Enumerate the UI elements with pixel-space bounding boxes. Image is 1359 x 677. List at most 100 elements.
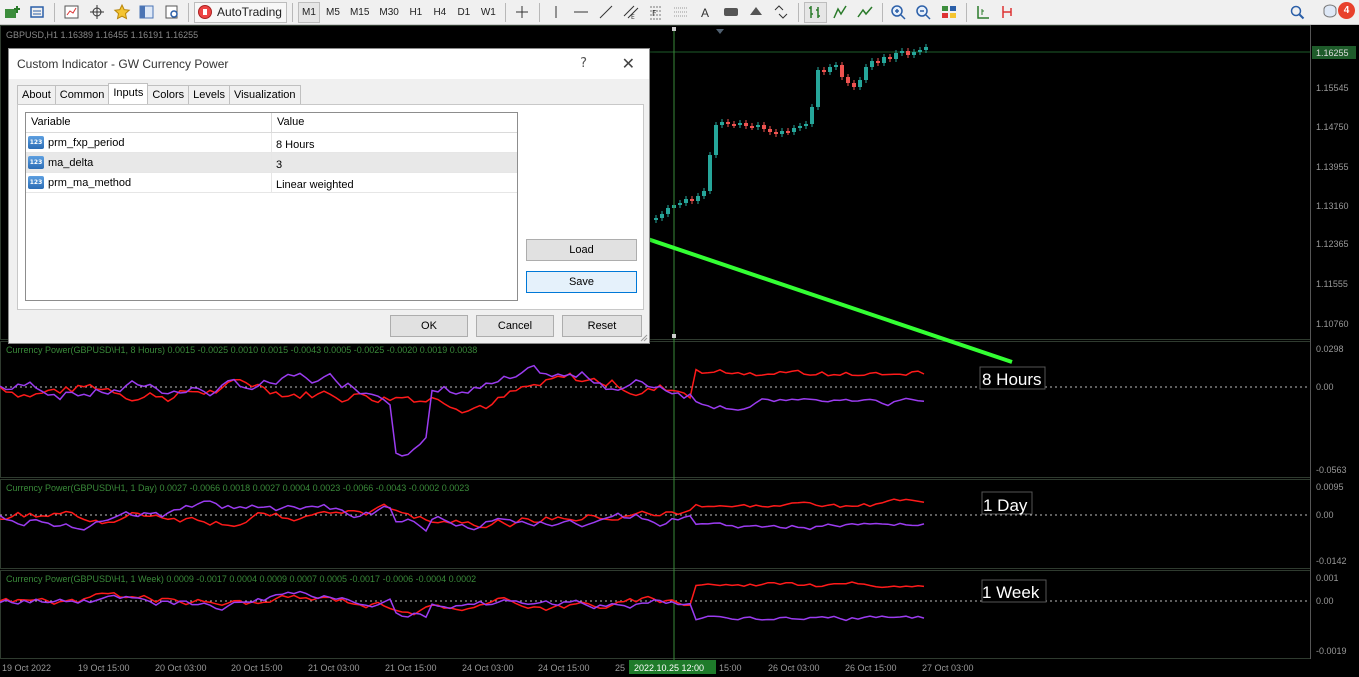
price-tick: 1.15545 <box>1316 83 1349 93</box>
svg-text:A: A <box>701 6 709 20</box>
text-label-icon[interactable] <box>720 2 743 23</box>
param-value[interactable]: 8 Hours <box>276 139 315 151</box>
param-row-prm-fxp-period[interactable]: 123 prm_fxp_period 8 Hours <box>26 133 517 153</box>
crosshair-icon[interactable] <box>511 2 534 23</box>
time-label: 25 <box>615 663 625 673</box>
integer-type-icon: 123 <box>28 156 44 169</box>
param-name: ma_delta <box>48 156 94 169</box>
line-chart-icon[interactable] <box>854 2 877 23</box>
new-chart-icon[interactable] <box>1 2 24 23</box>
inputs-panel: Variable Value 123 prm_fxp_period 8 Hours… <box>17 104 644 310</box>
svg-text:F: F <box>652 9 657 18</box>
time-label: 19 Oct 15:00 <box>78 663 130 673</box>
param-value[interactable]: Linear weighted <box>276 179 354 191</box>
zoom-in-icon[interactable] <box>888 2 911 23</box>
tab-about[interactable]: About <box>17 85 56 104</box>
help-button[interactable]: ? <box>580 56 587 71</box>
timeframe-w1[interactable]: W1 <box>477 2 500 23</box>
time-label: 21 Oct 15:00 <box>385 663 437 673</box>
timeframe-m15[interactable]: M15 <box>346 2 373 23</box>
trendline-icon[interactable] <box>595 2 618 23</box>
market-watch-icon[interactable] <box>60 2 83 23</box>
favorites-icon[interactable] <box>110 2 133 23</box>
param-value[interactable]: 3 <box>276 159 282 171</box>
grid-pattern-icon[interactable] <box>670 2 693 23</box>
notification-badge: 4 <box>1338 2 1355 19</box>
timeframe-h1[interactable]: H1 <box>405 2 427 23</box>
param-name: prm_fxp_period <box>48 136 125 149</box>
timeframe-m1[interactable]: M1 <box>297 1 320 23</box>
time-label: 21 Oct 03:00 <box>308 663 360 673</box>
dialog-title: Custom Indicator - GW Currency Power <box>17 57 229 71</box>
time-label: 19 Oct 2022 <box>2 663 51 673</box>
tab-levels[interactable]: Levels <box>188 85 230 104</box>
tab-visualization[interactable]: Visualization <box>228 85 301 104</box>
autotrading-label: AutoTrading <box>217 5 282 19</box>
indicator-tick: -0.0563 <box>1316 465 1347 475</box>
column-value[interactable]: Value <box>272 113 517 132</box>
arrows-dropdown-icon[interactable] <box>770 2 793 23</box>
time-label: 15:00 <box>719 663 742 673</box>
current-price-label: 1.16255 <box>1316 48 1349 58</box>
price-tick: 1.11555 <box>1316 279 1348 289</box>
zoom-out-icon[interactable] <box>913 2 936 23</box>
timeframe-d1[interactable]: D1 <box>453 2 475 23</box>
time-label: 27 Oct 03:00 <box>922 663 974 673</box>
terminal-window: AutoTrading M1 M5 M15 M30 H1 H4 D1 W1 E … <box>0 0 1359 677</box>
timeframe-m5[interactable]: M5 <box>322 2 344 23</box>
price-tick: 1.12365 <box>1316 239 1349 249</box>
equidistant-channel-icon[interactable]: E <box>620 2 643 23</box>
main-toolbar: AutoTrading M1 M5 M15 M30 H1 H4 D1 W1 E … <box>0 0 1359 25</box>
autoscroll-icon[interactable] <box>997 2 1020 23</box>
horizontal-line-icon[interactable] <box>570 2 593 23</box>
candlestick-icon[interactable] <box>829 2 852 23</box>
indicator-tick: 0.0298 <box>1316 344 1344 354</box>
crosshair-move-icon[interactable] <box>85 2 108 23</box>
cancel-button[interactable]: Cancel <box>476 315 554 337</box>
timeframe-h4[interactable]: H4 <box>429 2 451 23</box>
strategy-tester-icon[interactable] <box>160 2 183 23</box>
save-button[interactable]: Save <box>526 271 637 293</box>
load-button[interactable]: Load <box>526 239 637 261</box>
time-label: 26 Oct 15:00 <box>845 663 897 673</box>
autotrading-button[interactable]: AutoTrading <box>194 1 287 23</box>
fibonacci-icon[interactable]: F <box>645 2 668 23</box>
params-grid: Variable Value 123 prm_fxp_period 8 Hours… <box>25 112 518 301</box>
indicator-tick: 0.00 <box>1316 596 1334 606</box>
bar-chart-icon[interactable] <box>803 1 827 23</box>
search-icon[interactable] <box>1286 2 1309 23</box>
chart-header: GBPUSD,H1 1.16389 1.16455 1.16191 1.1625… <box>6 30 198 40</box>
resize-grip-icon[interactable] <box>639 333 648 342</box>
text-tool-icon[interactable]: A <box>695 2 718 23</box>
tab-colors[interactable]: Colors <box>147 85 190 104</box>
grid-header: Variable Value <box>26 113 517 133</box>
price-tick: 1.13160 <box>1316 201 1349 211</box>
param-row-prm-ma-method[interactable]: 123 prm_ma_method Linear weighted <box>26 173 517 193</box>
reset-button[interactable]: Reset <box>562 315 642 337</box>
annotation-1w: 1 Week <box>982 583 1040 602</box>
vertical-line-icon[interactable] <box>545 2 568 23</box>
dialog-titlebar[interactable]: Custom Indicator - GW Currency Power ? ✕ <box>9 49 649 79</box>
time-label: 20 Oct 15:00 <box>231 663 283 673</box>
indicator-tick: 0.001 <box>1316 573 1339 583</box>
param-name: prm_ma_method <box>48 176 132 189</box>
close-icon[interactable]: ✕ <box>622 54 635 73</box>
annotation-8h: 8 Hours <box>982 370 1042 389</box>
time-label: 26 Oct 03:00 <box>768 663 820 673</box>
tab-common[interactable]: Common <box>54 85 110 104</box>
profiles-icon[interactable] <box>26 2 49 23</box>
time-label: 20 Oct 03:00 <box>155 663 207 673</box>
param-row-ma-delta[interactable]: 123 ma_delta 3 <box>26 153 517 173</box>
indicator-tick: 0.00 <box>1316 382 1334 392</box>
arrow-up-icon[interactable] <box>745 2 768 23</box>
chart-shift-icon[interactable] <box>972 2 995 23</box>
tile-windows-icon[interactable] <box>938 2 961 23</box>
timeframe-m30[interactable]: M30 <box>375 2 402 23</box>
ok-button[interactable]: OK <box>390 315 468 337</box>
indicator-dialog: Custom Indicator - GW Currency Power ? ✕… <box>8 48 650 344</box>
tab-inputs[interactable]: Inputs <box>108 83 149 104</box>
indicator-tick: 0.0095 <box>1316 482 1344 492</box>
column-variable[interactable]: Variable <box>26 113 272 132</box>
navigator-icon[interactable] <box>135 2 158 23</box>
svg-text:E: E <box>631 14 635 20</box>
